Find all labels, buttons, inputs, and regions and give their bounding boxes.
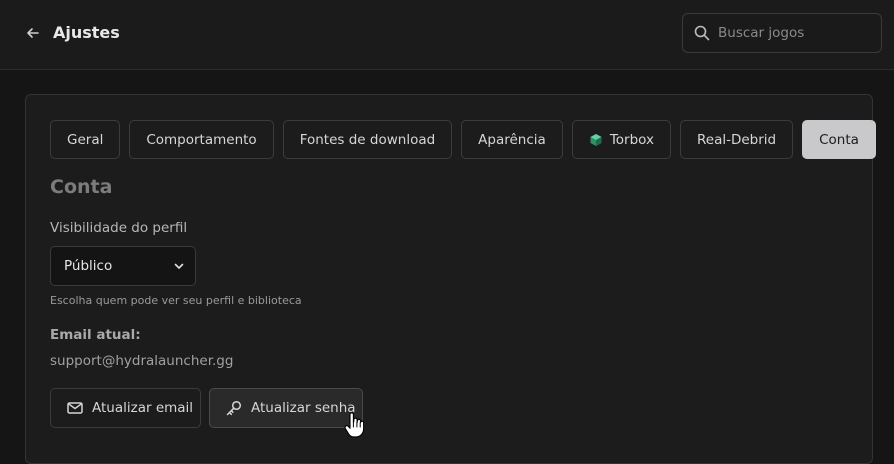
select-value: Público <box>64 258 113 274</box>
tab-fontes-de-download[interactable]: Fontes de download <box>282 120 453 159</box>
button-label: Atualizar email <box>92 400 194 416</box>
tab-label: Conta <box>819 131 859 148</box>
torbox-icon <box>589 133 603 147</box>
top-bar: Ajustes <box>0 0 894 70</box>
profile-visibility-hint: Escolha quem pode ver seu perfil e bibli… <box>50 294 302 307</box>
update-email-button[interactable]: Atualizar email <box>50 388 201 428</box>
tab-label: Comportamento <box>146 131 257 148</box>
update-password-button[interactable]: Atualizar senha <box>209 388 363 428</box>
back-button[interactable] <box>22 22 44 44</box>
current-email-value: support@hydralauncher.gg <box>50 353 234 369</box>
tab-label: Aparência <box>478 131 546 148</box>
search-box[interactable] <box>682 13 882 53</box>
mail-icon <box>66 399 84 417</box>
tab-torbox[interactable]: Torbox <box>571 120 671 159</box>
tab-label: Real-Debrid <box>696 131 777 148</box>
search-icon <box>693 24 711 42</box>
search-input[interactable] <box>718 25 868 41</box>
key-icon <box>225 399 243 417</box>
chevron-down-icon <box>173 260 185 272</box>
tab-conta[interactable]: Conta <box>802 120 876 159</box>
tab-label: Fontes de download <box>299 131 436 148</box>
tab-comportamento[interactable]: Comportamento <box>129 120 274 159</box>
settings-tabs: Geral Comportamento Fontes de download A… <box>50 120 876 159</box>
tab-aparencia[interactable]: Aparência <box>461 120 563 159</box>
arrow-left-icon <box>27 28 39 38</box>
hand-pointer-cursor-icon <box>344 412 364 438</box>
tab-label: Torbox <box>609 131 654 148</box>
settings-panel: Geral Comportamento Fontes de download A… <box>25 94 876 464</box>
profile-visibility-label: Visibilidade do perfil <box>50 220 188 236</box>
section-title: Conta <box>50 176 113 198</box>
button-label: Atualizar senha <box>251 400 356 416</box>
tab-label: Geral <box>67 131 104 148</box>
profile-visibility-select[interactable]: Público <box>50 246 196 286</box>
tab-real-debrid[interactable]: Real-Debrid <box>679 120 794 159</box>
page-title: Ajustes <box>53 23 120 42</box>
current-email-label: Email atual: <box>50 327 141 343</box>
tab-geral[interactable]: Geral <box>50 120 121 159</box>
